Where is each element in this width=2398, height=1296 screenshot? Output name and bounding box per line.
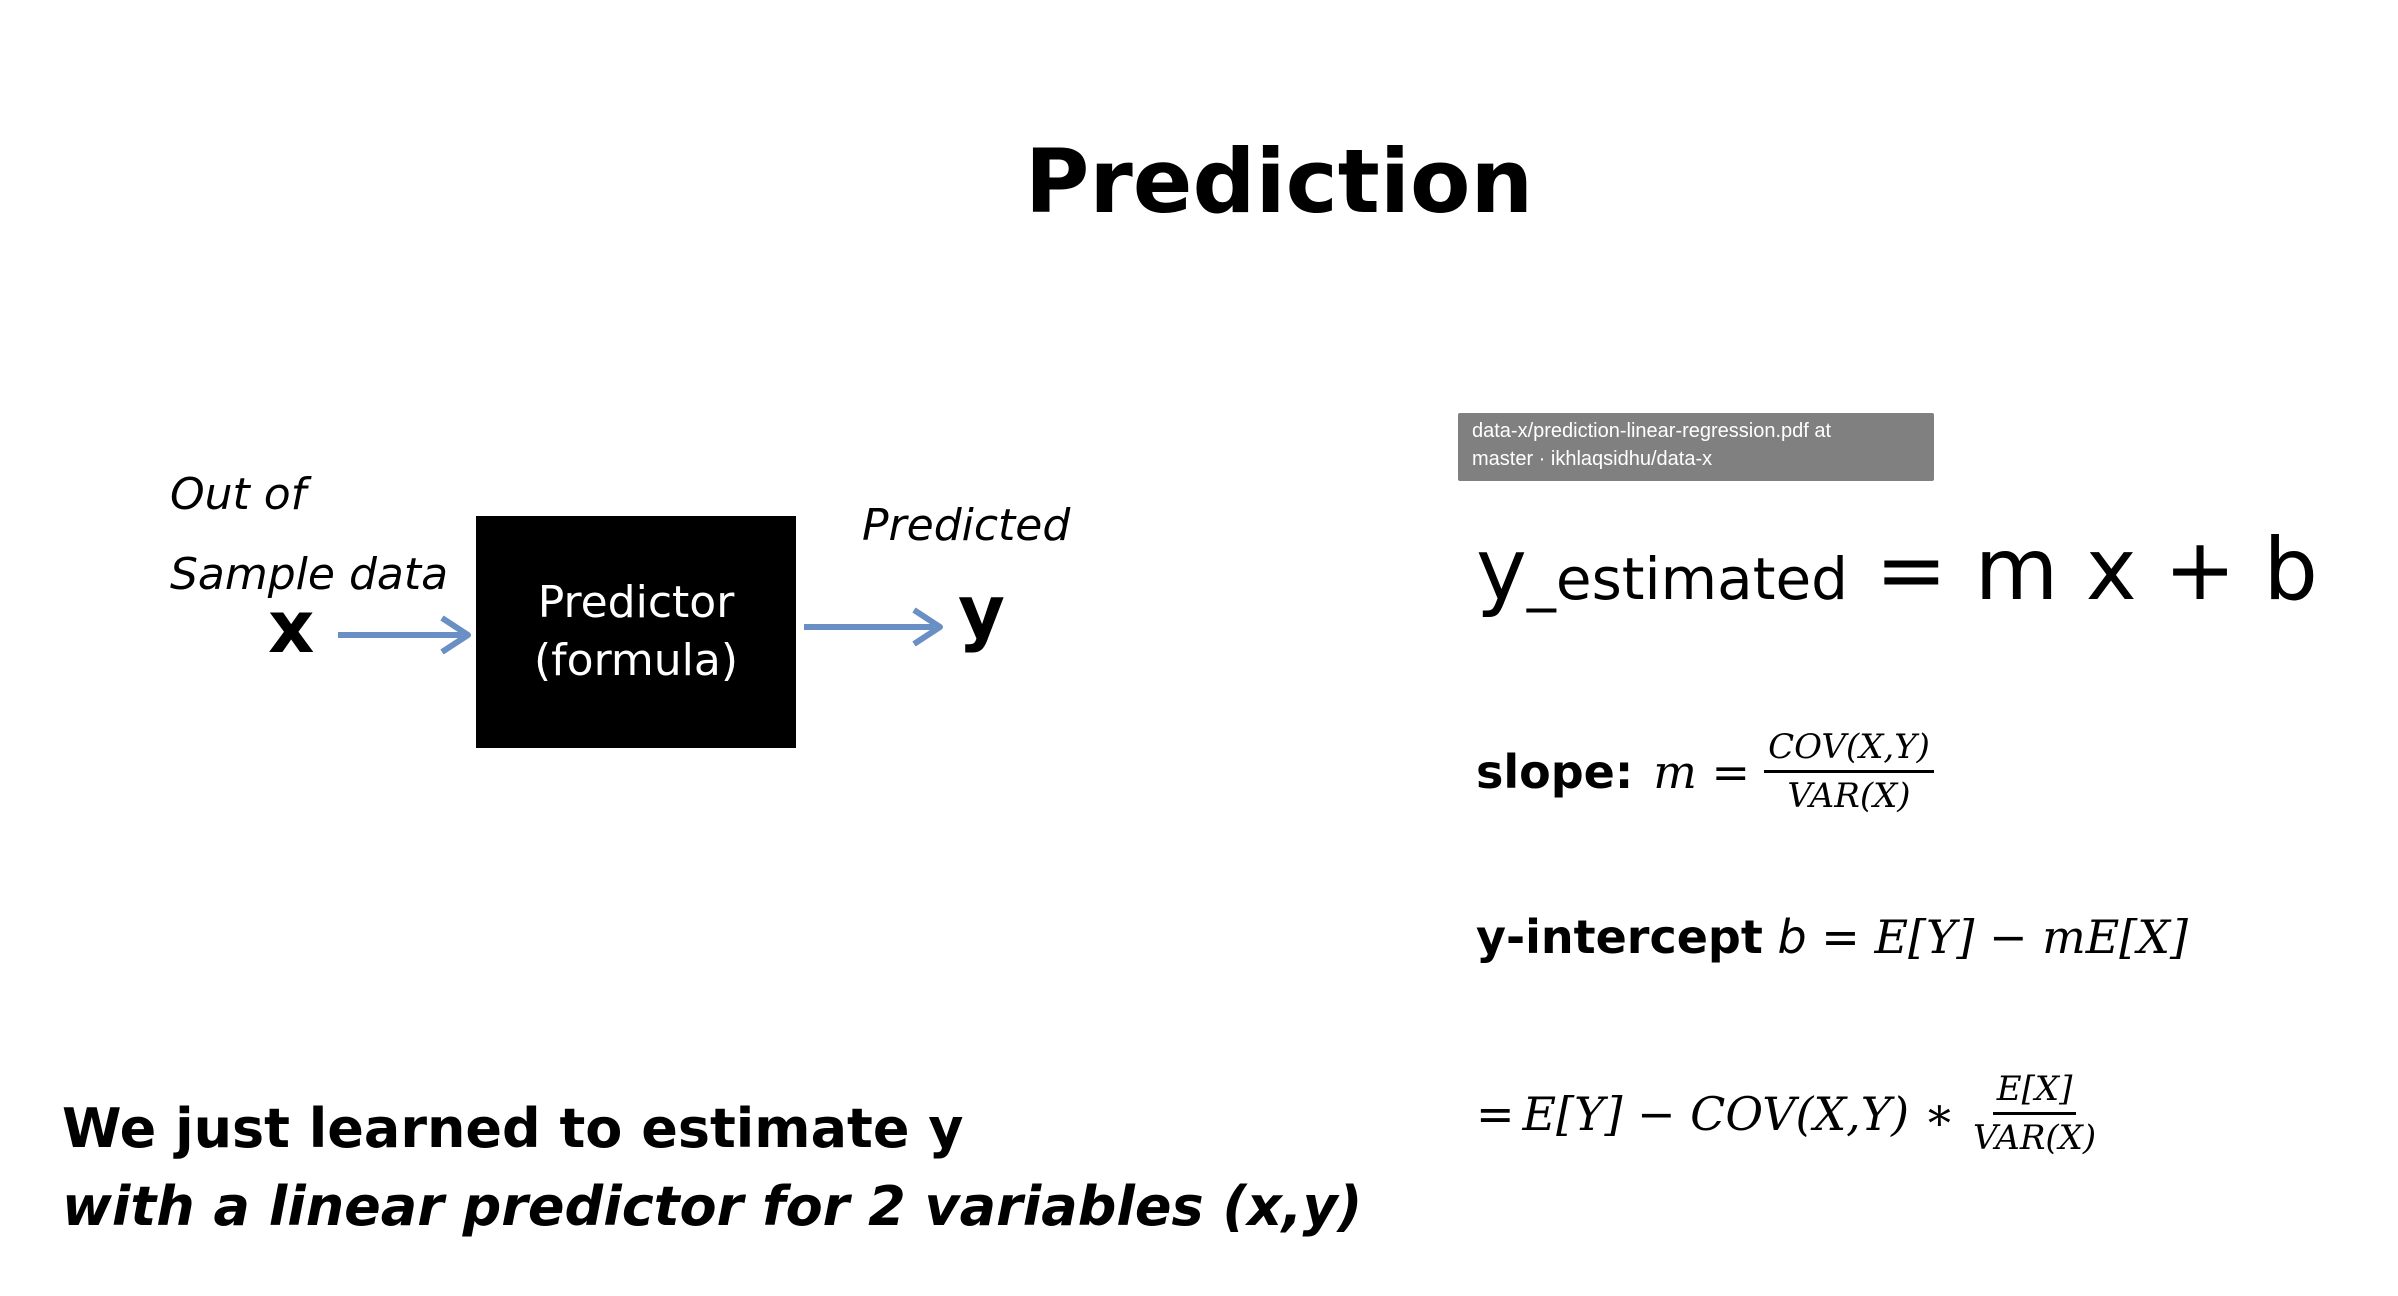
predictor-box-line2: (formula) — [534, 635, 738, 686]
predictor-box-line1: Predictor — [537, 577, 735, 628]
expanded-numerator: E[X] — [1992, 1066, 2077, 1115]
slope-label: slope: — [1476, 744, 1634, 799]
summary-text: We just learned to estimate y with a lin… — [62, 1090, 1362, 1246]
output-variable-y: y — [958, 570, 1005, 654]
intercept-label: y-intercept — [1476, 910, 1763, 964]
intercept-b: b — [1777, 910, 1807, 964]
tooltip-line1: data-x/prediction-linear-regression.pdf … — [1472, 420, 1832, 442]
predictor-box: Predictor (formula) — [476, 516, 796, 748]
slope-lhs: m = — [1653, 744, 1751, 799]
main-equation-y: y — [1476, 520, 1527, 620]
expanded-rhs: E[Y] − COV(X,Y) ∗ — [1522, 1086, 1956, 1141]
expanded-denominator: VAR(X) — [1973, 1118, 2097, 1158]
summary-line1: We just learned to estimate y — [62, 1097, 964, 1160]
intercept-equation: y-intercept b = E[Y] − mE[X] — [1476, 910, 2188, 964]
link-tooltip: data-x/prediction-linear-regression.pdf … — [1458, 413, 1934, 481]
summary-line2: with a linear predictor for 2 variables … — [62, 1175, 1363, 1238]
main-equation-rhs: = m x + b — [1847, 520, 2319, 620]
page-title: Prediction — [1024, 130, 1534, 233]
slope-numerator: COV(X,Y) — [1764, 724, 1934, 773]
expanded-intercept-equation: = E[Y] − COV(X,Y) ∗ E[X] VAR(X) — [1476, 1066, 2100, 1161]
input-variable-x: x — [268, 585, 315, 669]
expanded-prefix: = — [1476, 1086, 1515, 1141]
input-label-line1: Out of — [170, 469, 307, 520]
tooltip-line2: master · ikhlaqsidhu/data-x — [1472, 448, 1713, 470]
slope-equation: slope: m = COV(X,Y) VAR(X) — [1476, 724, 1934, 819]
slope-fraction: COV(X,Y) VAR(X) — [1764, 724, 1934, 819]
input-arrow — [338, 615, 471, 655]
main-equation: y_estimated = m x + b — [1476, 520, 2318, 620]
expanded-fraction: E[X] VAR(X) — [1969, 1066, 2100, 1161]
output-label: Predicted — [862, 500, 1071, 551]
output-arrow — [804, 607, 943, 647]
intercept-rhs: E[Y] − mE[X] — [1874, 910, 2188, 964]
slope-denominator: VAR(X) — [1787, 776, 1911, 816]
main-equation-subscript: _estimated — [1526, 545, 1848, 613]
intercept-equals: = — [1806, 910, 1875, 964]
